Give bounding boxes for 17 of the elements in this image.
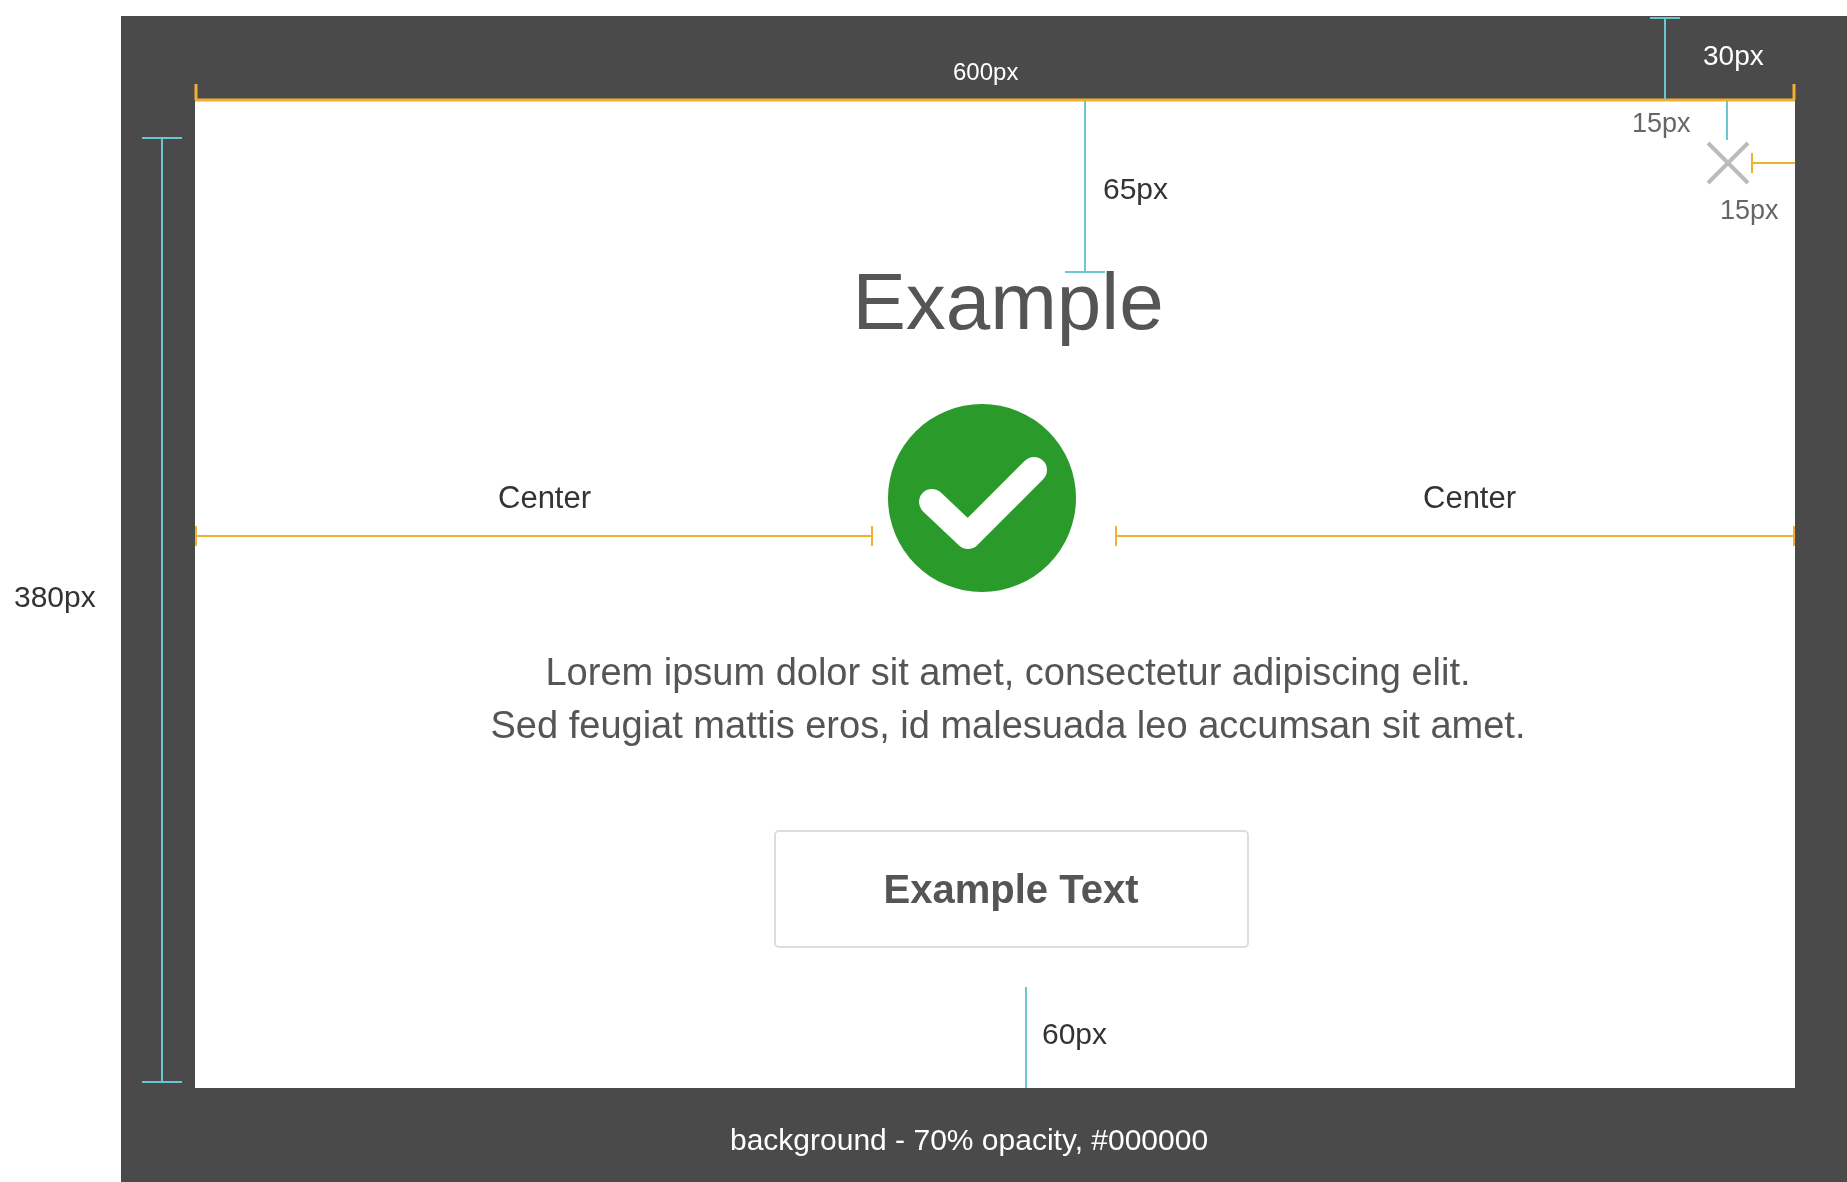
close-icon[interactable] [1705, 140, 1751, 186]
dimension-label: 600px [953, 60, 1019, 84]
dimension-line [1726, 100, 1728, 141]
body-text-line: Lorem ipsum dolor sit amet, consectetur adipiscing elit. [545, 650, 1471, 695]
dimension-label: 380px [14, 582, 96, 612]
check-circle-icon [888, 404, 1076, 592]
background-note: background - 70% opacity, #000000 [730, 1125, 1209, 1155]
dimension-label: 15px [1720, 197, 1779, 224]
center-label: Center [1423, 482, 1517, 513]
dimension-label: 65px [1103, 174, 1169, 204]
center-label: Center [498, 482, 592, 513]
dimension-line [1751, 152, 1796, 174]
example-text-button[interactable]: Example Text [773, 830, 1249, 948]
body-text-line: Sed feugiat mattis eros, id malesuada leo accumsan sit amet. [490, 703, 1526, 748]
dimension-label: 15px [1632, 110, 1691, 137]
dimension-label: 30px [1703, 42, 1764, 70]
dimension-label: 60px [1042, 1019, 1108, 1049]
